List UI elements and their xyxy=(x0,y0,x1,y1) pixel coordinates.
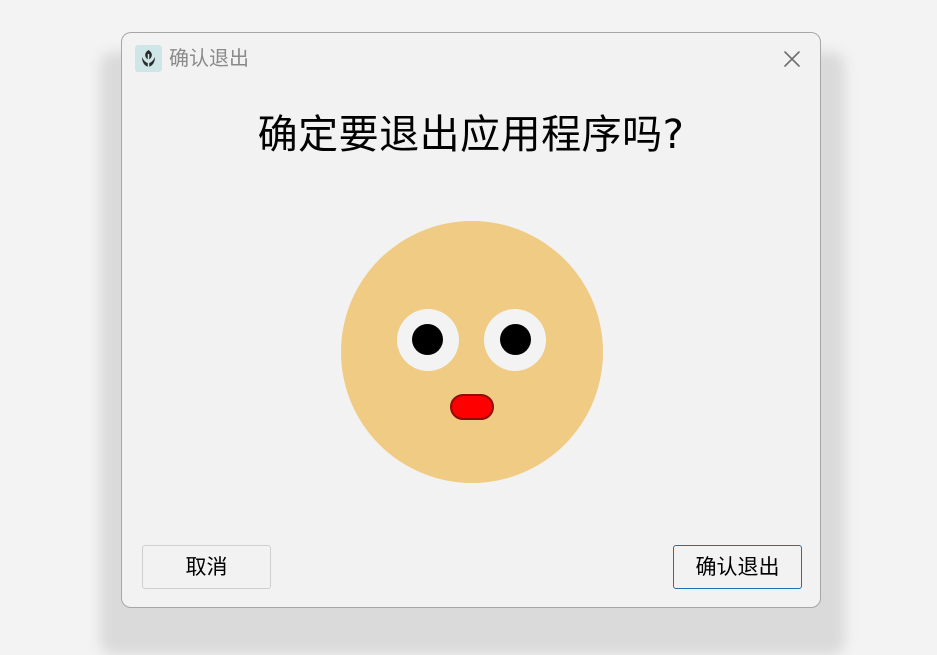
close-button[interactable] xyxy=(776,43,808,75)
right-eye xyxy=(484,309,546,371)
right-pupil xyxy=(500,324,531,355)
cancel-button[interactable]: 取消 xyxy=(142,545,271,589)
title-bar: 确认退出 xyxy=(122,33,820,83)
app-logo-icon xyxy=(135,45,162,72)
close-icon xyxy=(776,43,808,75)
surprised-face-illustration xyxy=(341,221,603,483)
mouth xyxy=(450,394,494,420)
left-eye xyxy=(397,309,459,371)
confirm-exit-dialog: 确认退出 确定要退出应用程序吗? 取消 确认退出 xyxy=(121,32,821,608)
confirm-message: 确定要退出应用程序吗? xyxy=(257,112,685,158)
confirm-exit-button[interactable]: 确认退出 xyxy=(673,545,802,589)
window-title: 确认退出 xyxy=(169,46,249,70)
left-pupil xyxy=(412,324,443,355)
